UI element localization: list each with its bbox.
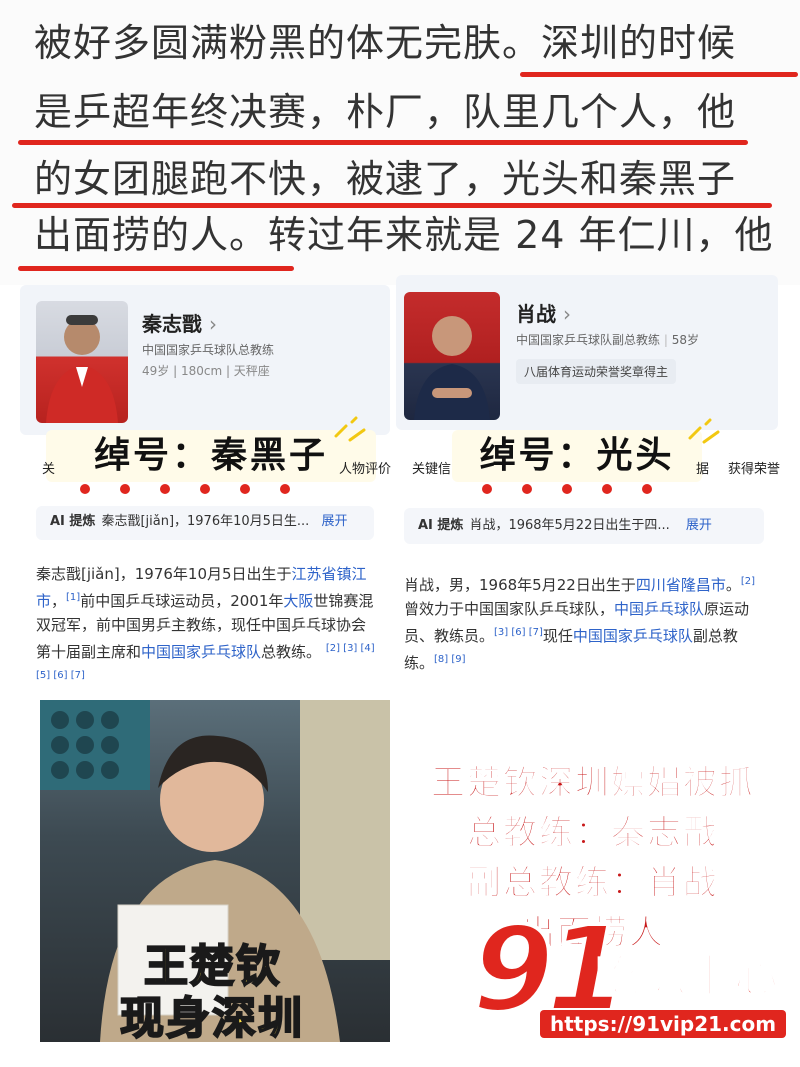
post-text-line-4: 出面捞的人。转过年来就是 24 年仁川，他: [34, 213, 774, 257]
watermark-logo-text: 吃瓜中心: [595, 950, 780, 1003]
sparkle-icon: [688, 418, 720, 444]
profile-title-qin: 中国国家乒乓球队总教练: [142, 343, 275, 357]
tab-key-info[interactable]: 关键信: [412, 458, 451, 477]
link-sichuan-longchang[interactable]: 四川省隆昌市: [636, 576, 726, 594]
highlight-underline: [12, 203, 772, 208]
watermark-url[interactable]: https://91vip21.com: [540, 1010, 787, 1038]
post-text-line-3: 的女团腿跑不快，被逮了，光头和秦黑子: [34, 157, 737, 201]
bio-text: 曾效力于中国国家队乒乓球队，: [404, 600, 615, 618]
citation-refs[interactable]: [3] [6] [7]: [494, 627, 543, 638]
highlight-underline: [520, 72, 798, 77]
bio-text: 。: [725, 576, 741, 594]
expand-link[interactable]: 展开: [686, 518, 712, 533]
citation-ref[interactable]: [2]: [741, 576, 755, 587]
dot-decoration: [240, 484, 250, 494]
person-avatar-icon: [46, 315, 118, 423]
bio-qin: 秦志戬[jiǎn]，1976年10月5日出生于江苏省镇江市，[1]前中国乒乓球运…: [36, 562, 376, 691]
ai-summary-text: 肖战，1968年5月22日出生于四...: [469, 518, 670, 533]
profile-age-xiao: 58岁: [671, 333, 699, 347]
sparkle-icon: [334, 416, 366, 442]
post-text-line-2: 是乒超年终决赛，朴厂，队里几个人，他: [34, 90, 737, 134]
dot-decoration: [80, 484, 90, 494]
dot-decoration: [602, 484, 612, 494]
bio-xiao: 肖战，男，1968年5月22日出生于四川省隆昌市。[2] 曾效力于中国国家队乒乓球…: [404, 570, 764, 675]
bio-text: 总教练。: [261, 643, 322, 661]
headline-line-2: 总教练：秦志戬: [467, 813, 719, 854]
nickname-banner-qin: 绰号：秦黑子: [46, 430, 376, 482]
citation-ref[interactable]: [1]: [66, 592, 80, 603]
ai-summary-xiao: AI 提炼 肖战，1968年5月22日出生于四... 展开: [404, 508, 764, 544]
link-national-team[interactable]: 中国国家乒乓球队: [141, 643, 261, 661]
person-avatar-icon: [414, 316, 490, 420]
dot-decoration: [280, 484, 290, 494]
ai-label: AI 提炼: [50, 514, 96, 529]
link-chinese-team[interactable]: 中国乒乓球队: [614, 600, 704, 618]
tab-character-review[interactable]: 人物评价: [339, 458, 391, 477]
bio-text: 秦志戬[jiǎn]，1976年10月5日出生于: [36, 565, 292, 583]
tab-partial-data[interactable]: 据: [696, 458, 709, 477]
honor-badge-xiao[interactable]: 八届体育运动荣誉奖章得主: [516, 359, 677, 384]
dot-decoration: [120, 484, 130, 494]
chevron-right-icon: ›: [562, 302, 571, 326]
dot-decoration: [522, 484, 532, 494]
link-national-team[interactable]: 中国国家乒乓球队: [573, 627, 693, 645]
dot-decoration: [482, 484, 492, 494]
profile-meta-qin: 49岁 | 180cm | 天秤座: [142, 364, 270, 378]
dot-decoration: [160, 484, 170, 494]
profile-photo-qin: [36, 301, 128, 423]
photo-caption-line-2: 现身深圳: [119, 992, 304, 1045]
profile-title-xiao: 中国国家乒乓球队副总教练 | 58岁: [516, 333, 699, 347]
bio-text: 肖战，男，1968年5月22日出生于: [404, 576, 636, 594]
dot-decoration: [642, 484, 652, 494]
highlight-underline: [18, 266, 294, 271]
dot-decoration: [200, 484, 210, 494]
tab-partial-left[interactable]: 关: [42, 458, 55, 477]
bio-text: 前中国乒乓球运动员，2001年: [80, 592, 284, 610]
ai-summary-text: 秦志戬[jiǎn]，1976年10月5日生...: [101, 514, 310, 529]
post-text-block: 被好多圆满粉黑的体无完肤。深圳的时候 是乒超年终决赛，朴厂，队里几个人，他 的女…: [0, 0, 800, 285]
expand-link[interactable]: 展开: [321, 514, 347, 529]
dot-decoration: [562, 484, 572, 494]
ai-label: AI 提炼: [418, 518, 464, 533]
bio-text: 现任: [542, 627, 573, 645]
profile-name-xiao[interactable]: 肖战 ›: [516, 298, 571, 327]
bio-text: ，: [51, 592, 67, 610]
ai-summary-qin: AI 提炼 秦志戬[jiǎn]，1976年10月5日生... 展开: [36, 506, 374, 540]
profile-photo-xiao: [404, 292, 500, 420]
profile-name-qin[interactable]: 秦志戬 ›: [142, 308, 217, 337]
chevron-right-icon: ›: [208, 312, 217, 336]
tab-honors[interactable]: 获得荣誉: [728, 458, 780, 477]
nickname-banner-xiao: 绰号：光头: [452, 430, 702, 482]
post-text-line-1: 被好多圆满粉黑的体无完肤。深圳的时候: [34, 21, 737, 65]
headline-line-1: 王楚钦深圳嫖娼被抓: [431, 763, 755, 804]
highlight-underline: [18, 140, 748, 145]
citation-refs[interactable]: [8] [9]: [434, 654, 466, 665]
link-osaka[interactable]: 大阪: [283, 592, 313, 610]
